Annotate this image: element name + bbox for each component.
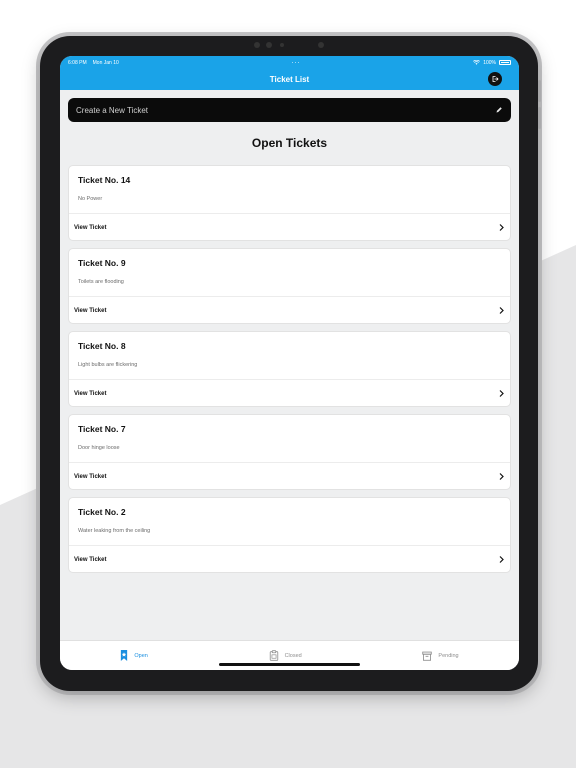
ticket-title: Ticket No. 7: [78, 424, 126, 434]
status-time: 6:08 PM: [68, 59, 87, 66]
ticket-title: Ticket No. 8: [78, 341, 126, 351]
clipboard-icon: [269, 650, 278, 661]
ticket-card: Ticket No. 14 No Power View Ticket: [68, 165, 511, 241]
view-ticket-button[interactable]: View Ticket: [69, 546, 510, 572]
view-ticket-label: View Ticket: [74, 224, 107, 231]
ticket-title: Ticket No. 2: [78, 507, 126, 517]
archive-icon: [422, 651, 433, 661]
view-ticket-button[interactable]: View Ticket: [69, 380, 510, 406]
volume-button: [538, 80, 541, 102]
ticket-description: Door hinge loose: [78, 445, 120, 451]
logout-button[interactable]: [488, 72, 502, 86]
tab-closed[interactable]: Closed: [269, 650, 302, 661]
create-ticket-button[interactable]: Create a New Ticket: [68, 98, 511, 122]
ticket-title: Ticket No. 14: [78, 175, 131, 185]
battery-icon: [499, 60, 511, 65]
logout-icon: [492, 76, 499, 82]
battery-percent: 100%: [483, 59, 496, 66]
page-title: Ticket List: [269, 75, 310, 84]
ticket-title: Ticket No. 9: [78, 258, 126, 268]
section-title: Open Tickets: [251, 136, 328, 150]
chevron-right-icon: [499, 473, 504, 480]
app-screen: 6:08 PM Mon Jan 10 ... 100% Ticket List …: [60, 56, 519, 670]
view-ticket-label: View Ticket: [74, 307, 107, 314]
chevron-right-icon: [499, 390, 504, 397]
ticket-description: Water leaking from the ceiling: [78, 528, 151, 534]
ticket-description: Light bulbs are flickering: [78, 362, 138, 368]
tab-label: Pending: [438, 652, 459, 659]
status-bar: 6:08 PM Mon Jan 10 ... 100%: [60, 56, 519, 69]
view-ticket-label: View Ticket: [74, 473, 107, 480]
ticket-card: Ticket No. 8 Light bulbs are flickering …: [68, 331, 511, 407]
home-indicator: [219, 663, 360, 666]
chevron-right-icon: [499, 307, 504, 314]
ticket-card: Ticket No. 9 Toilets are flooding View T…: [68, 248, 511, 324]
camera-bar: [254, 41, 334, 49]
pencil-icon: [496, 107, 502, 113]
ticket-description: No Power: [78, 196, 103, 202]
view-ticket-button[interactable]: View Ticket: [69, 214, 510, 240]
status-date: Mon Jan 10: [92, 59, 119, 66]
ticket-list: Ticket No. 14 No Power View Ticket Ticke…: [60, 165, 519, 573]
ticket-card: Ticket No. 7 Door hinge loose View Ticke…: [68, 414, 511, 490]
chevron-right-icon: [499, 556, 504, 563]
bookmark-icon: [121, 650, 128, 661]
tab-label: Open: [134, 652, 148, 659]
wifi-icon: [473, 60, 481, 65]
tab-open[interactable]: Open: [120, 650, 148, 661]
ticket-card: Ticket No. 2 Water leaking from the ceil…: [68, 497, 511, 573]
nav-bar: Ticket List: [60, 69, 519, 90]
view-ticket-label: View Ticket: [74, 556, 107, 563]
create-ticket-label: Create a New Ticket: [76, 105, 149, 115]
volume-button: [538, 107, 541, 129]
view-ticket-button[interactable]: View Ticket: [69, 297, 510, 323]
ticket-description: Toilets are flooding: [78, 279, 124, 285]
view-ticket-label: View Ticket: [74, 390, 107, 397]
view-ticket-button[interactable]: View Ticket: [69, 463, 510, 489]
tab-pending[interactable]: Pending: [422, 651, 459, 661]
tab-label: Closed: [284, 652, 302, 659]
chevron-right-icon: [499, 224, 504, 231]
multitask-dots: ...: [291, 57, 301, 65]
